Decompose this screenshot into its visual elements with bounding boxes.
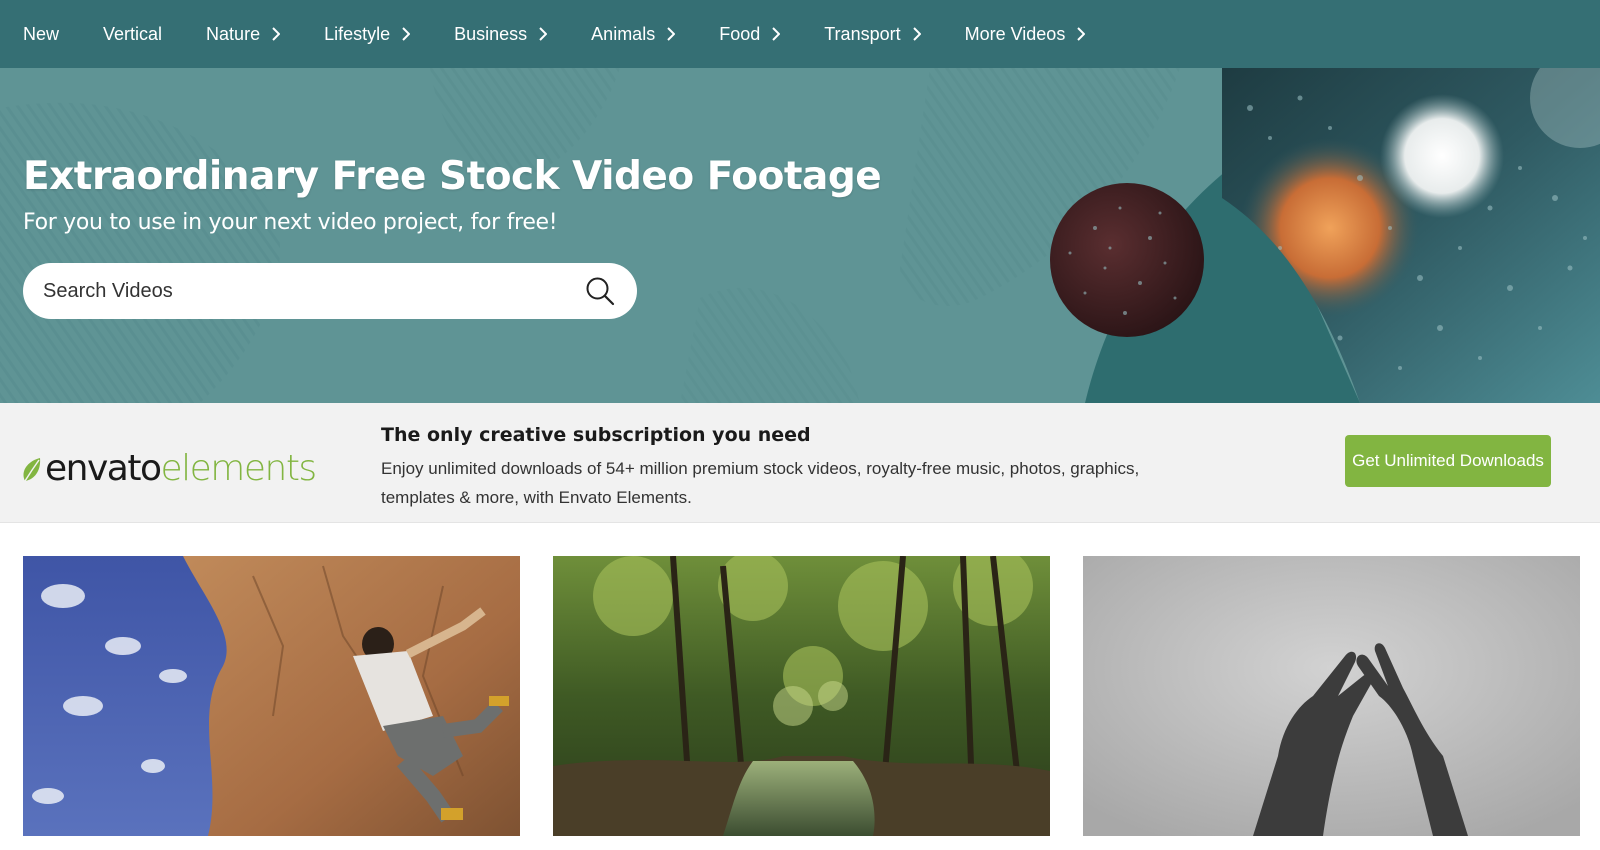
video-thumbnail-rock-climber[interactable] bbox=[23, 556, 520, 836]
chevron-right-icon bbox=[667, 27, 676, 41]
hero-subtitle: For you to use in your next video projec… bbox=[23, 210, 558, 235]
nav-item-animals[interactable]: Animals bbox=[591, 23, 676, 45]
promo-title: The only creative subscription you need bbox=[381, 424, 811, 446]
get-unlimited-downloads-button[interactable]: Get Unlimited Downloads bbox=[1345, 435, 1551, 487]
nav-item-label: New bbox=[23, 23, 60, 44]
chevron-right-icon bbox=[272, 27, 281, 41]
chevron-right-icon bbox=[1077, 27, 1086, 41]
forest-stream-image bbox=[553, 556, 1050, 836]
nav-item-nature[interactable]: Nature bbox=[206, 23, 281, 45]
logo-text-elements: elements bbox=[160, 448, 317, 489]
nav-item-label: Food bbox=[719, 23, 761, 44]
nav-item-food[interactable]: Food bbox=[719, 23, 781, 45]
nav-item-label: More Videos bbox=[964, 23, 1066, 44]
envato-elements-logo[interactable]: envato elements bbox=[22, 437, 317, 489]
nav-item-transport[interactable]: Transport bbox=[824, 23, 921, 45]
nav-item-label: Animals bbox=[591, 23, 656, 44]
hands-shadow-image bbox=[1083, 556, 1580, 836]
video-thumbnail-forest-stream[interactable] bbox=[553, 556, 1050, 836]
promo-description: Enjoy unlimited downloads of 54+ million… bbox=[381, 459, 1140, 507]
hero-banner: Extraordinary Free Stock Video Footage F… bbox=[0, 68, 1600, 403]
chevron-right-icon bbox=[912, 27, 921, 41]
rock-climber-image bbox=[23, 556, 520, 836]
logo-text-envato: envato bbox=[45, 448, 162, 489]
nav-item-vertical[interactable]: Vertical bbox=[103, 24, 162, 45]
nav-item-lifestyle[interactable]: Lifestyle bbox=[324, 23, 411, 45]
nav-item-business[interactable]: Business bbox=[454, 23, 548, 45]
nav-item-label: Lifestyle bbox=[324, 23, 391, 44]
envato-promo-banner: envato elements The only creative subscri… bbox=[0, 403, 1600, 523]
hero-background-art bbox=[0, 68, 1600, 403]
nav-item-label: Nature bbox=[206, 23, 261, 44]
search-bar bbox=[23, 263, 637, 319]
video-thumbnail-hands-shadow[interactable] bbox=[1083, 556, 1580, 836]
chevron-right-icon bbox=[402, 27, 411, 41]
hero-title: Extraordinary Free Stock Video Footage bbox=[23, 154, 882, 199]
nav-item-new[interactable]: New bbox=[23, 24, 59, 45]
chevron-right-icon bbox=[539, 27, 548, 41]
nav-item-label: Business bbox=[454, 23, 528, 44]
search-icon bbox=[586, 277, 615, 306]
leaf-icon bbox=[23, 458, 41, 482]
nav-item-label: Vertical bbox=[103, 23, 163, 44]
chevron-right-icon bbox=[772, 27, 781, 41]
nav-item-more-videos[interactable]: More Videos bbox=[965, 24, 1086, 45]
top-navigation: New Vertical Nature Lifestyle Business A… bbox=[0, 0, 1600, 68]
search-button[interactable] bbox=[583, 274, 617, 308]
search-input[interactable] bbox=[43, 279, 583, 303]
nav-item-label: Transport bbox=[824, 23, 901, 44]
